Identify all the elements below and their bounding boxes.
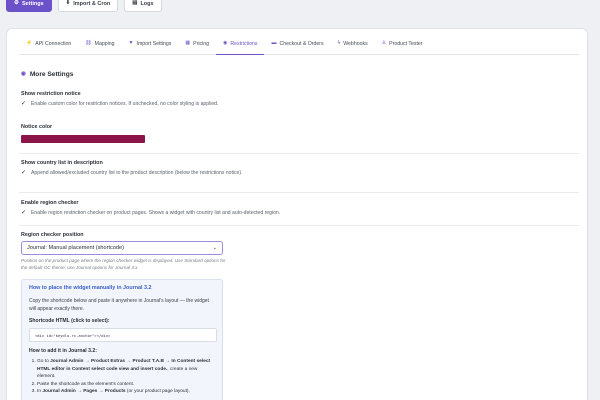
region-position-select[interactable]: Journal: Manual placement (shortcode) ⌄ bbox=[21, 241, 223, 255]
tab-checkout-orders[interactable]: ▬ Checkout & Orders bbox=[264, 41, 330, 55]
top-nav: ⚙ Settings ⬇ Import & Cron ▤ Logs bbox=[6, 0, 162, 12]
divider bbox=[19, 153, 579, 154]
tab-product-tester[interactable]: ♙ Product Tester bbox=[375, 41, 430, 55]
region-position-selected: Journal: Manual placement (shortcode) bbox=[27, 245, 125, 251]
howto-step: Go to Journal Admin → Product Extras → P… bbox=[37, 358, 215, 381]
tab-webhooks[interactable]: ϟ Webhooks bbox=[331, 41, 375, 55]
divider bbox=[19, 225, 579, 226]
plug-icon: ⚡ bbox=[26, 40, 33, 46]
import-icon: ⬇ bbox=[65, 0, 71, 7]
filter-icon: ▼ bbox=[128, 40, 134, 46]
tab-label: Webhooks bbox=[343, 41, 368, 47]
country-list-checkbox[interactable]: ✓ bbox=[21, 170, 27, 176]
top-nav-settings[interactable]: ⚙ Settings bbox=[6, 0, 52, 12]
tab-label: Pricing bbox=[193, 41, 209, 47]
howto-steps: Go to Journal Admin → Product Extras → P… bbox=[29, 358, 215, 396]
infobox-title: How to place the widget manually in Jour… bbox=[29, 285, 152, 291]
tab-mapping[interactable]: ⛓ Mapping bbox=[78, 41, 121, 55]
notice-color-label: Notice color bbox=[21, 124, 53, 130]
top-nav-import-cron[interactable]: ⬇ Import & Cron bbox=[57, 0, 119, 12]
mapping-icon: ⛓ bbox=[85, 40, 92, 46]
shortcode-label: Shortcode HTML (click to select): bbox=[29, 318, 110, 324]
logs-icon: ▤ bbox=[132, 0, 138, 7]
settings-tabs: ⚡ API Connection ⛓ Mapping ▼ Import Settings ▦… bbox=[19, 41, 579, 55]
webhook-icon: ϟ bbox=[337, 40, 341, 46]
step-bold: Journal Admin → Pages → Products bbox=[42, 389, 126, 395]
eye-icon: ◉ bbox=[21, 70, 26, 77]
region-position-help: Position on the product page where the r… bbox=[21, 258, 226, 270]
show-notice-checkbox-text: Enable custom color for restriction noti… bbox=[31, 101, 219, 107]
step-text: (or your product page layout), bbox=[125, 389, 190, 395]
shortcode-field[interactable]: <div id="keydlo-rc-anchor"></div> bbox=[29, 328, 217, 342]
settings-card: ⚡ API Connection ⛓ Mapping ▼ Import Settings ▦… bbox=[6, 28, 588, 400]
pricing-icon: ▦ bbox=[185, 40, 191, 46]
country-list-label: Show country list in description bbox=[21, 160, 103, 166]
tab-label: API Connection bbox=[35, 41, 72, 47]
country-list-checkbox-text: Append allowed/excluded country list to … bbox=[31, 170, 243, 176]
cart-icon: ▬ bbox=[271, 40, 277, 46]
region-position-label: Region checker position bbox=[21, 232, 84, 238]
step-text: Go to bbox=[37, 359, 51, 364]
region-checker-checkbox[interactable]: ✓ bbox=[21, 210, 27, 216]
gear-icon: ⚙ bbox=[14, 0, 19, 7]
tab-label: Checkout & Orders bbox=[279, 41, 324, 47]
notice-color-input[interactable] bbox=[21, 135, 145, 143]
tab-label: Mapping bbox=[94, 41, 115, 47]
top-nav-label: Settings bbox=[21, 1, 44, 7]
tab-label: Product Tester bbox=[389, 41, 423, 47]
top-nav-logs[interactable]: ▤ Logs bbox=[124, 0, 162, 12]
howto-label: How to add it in Journal 3.2: bbox=[29, 348, 97, 354]
region-checker-checkbox-text: Enable region restriction checker on pro… bbox=[31, 210, 281, 216]
eye-icon: ◉ bbox=[222, 40, 228, 46]
tab-pricing[interactable]: ▦ Pricing bbox=[178, 41, 216, 55]
section-title-text: More Settings bbox=[29, 71, 74, 78]
region-checker-checkbox-row[interactable]: ✓ Enable region restriction checker on p… bbox=[21, 210, 280, 216]
top-nav-label: Logs bbox=[140, 1, 154, 7]
country-list-checkbox-row[interactable]: ✓ Append allowed/excluded country list t… bbox=[21, 170, 243, 176]
show-notice-checkbox[interactable]: ✓ bbox=[21, 101, 27, 107]
top-nav-label: Import & Cron bbox=[73, 1, 111, 7]
infobox-intro: Copy the shortcode below and paste it an… bbox=[29, 298, 209, 312]
journal-instructions-box: How to place the widget manually in Jour… bbox=[21, 279, 223, 400]
tab-label: Import Settings bbox=[136, 41, 172, 47]
show-notice-checkbox-row[interactable]: ✓ Enable custom color for restriction no… bbox=[21, 101, 218, 107]
howto-step: Paste the shortcode as the element's con… bbox=[37, 381, 215, 389]
chevron-down-icon: ⌄ bbox=[212, 245, 217, 251]
tab-label: Restrictions bbox=[230, 41, 258, 47]
flask-icon: ♙ bbox=[381, 40, 387, 46]
tab-api-connection[interactable]: ⚡ API Connection bbox=[19, 41, 78, 55]
show-notice-label: Show restriction notice bbox=[21, 91, 81, 97]
step-text: Paste the shortcode as the element's con… bbox=[37, 381, 135, 387]
howto-step: In Journal Admin → Pages → Products (or … bbox=[37, 388, 215, 396]
section-title: ◉ More Settings bbox=[21, 71, 73, 78]
region-checker-label: Enable region checker bbox=[21, 200, 79, 206]
tab-import-settings[interactable]: ▼ Import Settings bbox=[122, 41, 179, 55]
divider bbox=[19, 192, 579, 193]
tab-restrictions[interactable]: ◉ Restrictions bbox=[215, 40, 265, 55]
